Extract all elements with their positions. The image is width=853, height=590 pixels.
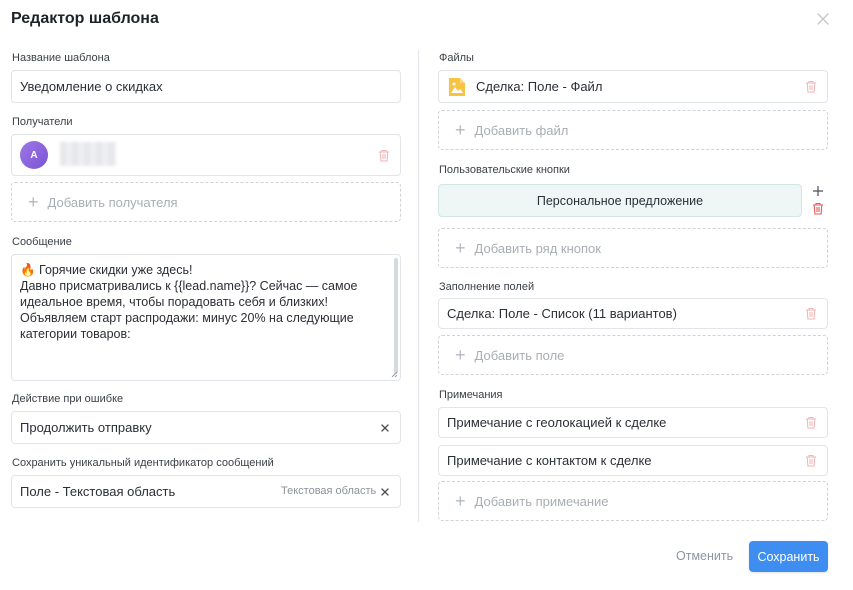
message-line: категории товаров: (20, 327, 131, 341)
save-button[interactable]: Сохранить (749, 541, 828, 572)
message-line: 🔥 Горячие скидки уже здесь! (20, 263, 193, 277)
fields-fill-label: Заполнение полей (439, 281, 535, 293)
note-name: Примечание с контактом к сделке (447, 453, 652, 468)
plus-icon: + (455, 491, 466, 511)
plus-icon: + (455, 345, 466, 365)
add-button-row-label: Добавить ряд кнопок (474, 240, 601, 256)
remove-note-trash-icon[interactable] (805, 416, 817, 429)
message-scrollbar[interactable] (394, 258, 398, 374)
file-name: Сделка: Поле - Файл (476, 79, 603, 94)
close-icon[interactable] (815, 11, 831, 27)
image-file-icon (449, 78, 465, 96)
message-line: Объявляем старт распродажи: минус 20% на… (20, 311, 354, 325)
save-id-type-hint: Текстовая область (281, 485, 377, 497)
clear-on-error-close-icon[interactable] (379, 422, 391, 434)
add-recipient-button[interactable]: + Добавить получателя (11, 182, 401, 222)
field-fill-row[interactable]: Сделка: Поле - Список (11 вариантов) (438, 298, 828, 329)
on-error-value: Продолжить отправку (20, 420, 152, 435)
add-note-button[interactable]: + Добавить примечание (438, 481, 828, 521)
recipient-name-redacted (60, 142, 116, 166)
plus-icon: + (455, 238, 466, 258)
recipients-label: Получатели (12, 116, 73, 128)
add-recipient-label: Добавить получателя (47, 194, 178, 210)
note-name: Примечание с геолокацией к сделке (447, 415, 667, 430)
template-name-value: Уведомление о скидках (20, 79, 163, 94)
remove-button-trash-icon[interactable] (812, 202, 824, 215)
template-name-input[interactable]: Уведомление о скидках (11, 70, 401, 103)
remove-note-trash-icon[interactable] (805, 454, 817, 467)
on-error-label: Действие при ошибке (12, 393, 124, 405)
add-note-label: Добавить примечание (474, 493, 609, 509)
custom-button-label: Персональное предложение (536, 193, 704, 208)
cancel-button[interactable]: Отменить (676, 549, 733, 563)
save-id-label: Сохранить уникальный идентификатор сообщ… (12, 457, 274, 469)
files-label: Файлы (439, 52, 474, 64)
file-row[interactable]: Сделка: Поле - Файл (438, 70, 828, 103)
avatar: А (20, 141, 48, 169)
message-label: Сообщение (12, 236, 72, 248)
resize-grip-icon[interactable] (390, 370, 398, 378)
add-file-label: Добавить файл (474, 122, 569, 138)
note-row[interactable]: Примечание с геолокацией к сделке (438, 407, 828, 438)
message-textarea[interactable]: 🔥 Горячие скидки уже здесь! Давно присма… (11, 254, 401, 381)
add-button-row-button[interactable]: + Добавить ряд кнопок (438, 228, 828, 268)
notes-label: Примечания (439, 389, 503, 401)
custom-buttons-label: Пользовательские кнопки (439, 164, 570, 176)
note-row[interactable]: Примечание с контактом к сделке (438, 445, 828, 476)
add-file-button[interactable]: + Добавить файл (438, 110, 828, 150)
column-divider (418, 50, 419, 522)
add-button-plus-icon[interactable] (812, 185, 824, 197)
add-field-button[interactable]: + Добавить поле (438, 335, 828, 375)
field-fill-name: Сделка: Поле - Список (11 вариантов) (447, 306, 677, 321)
remove-field-trash-icon[interactable] (805, 307, 817, 320)
message-line: Давно присматривались к {{lead.name}}? С… (20, 279, 358, 293)
add-field-label: Добавить поле (474, 347, 565, 363)
plus-icon: + (455, 120, 466, 140)
template-name-label: Название шаблона (12, 52, 110, 64)
remove-file-trash-icon[interactable] (805, 80, 817, 93)
on-error-select[interactable]: Продолжить отправку (11, 411, 401, 444)
dialog-title: Редактор шаблона (11, 10, 159, 27)
remove-recipient-trash-icon[interactable] (378, 149, 390, 162)
save-id-value: Поле - Текстовая область (20, 484, 176, 499)
plus-icon: + (28, 192, 39, 212)
clear-save-id-close-icon[interactable] (379, 486, 391, 498)
custom-button-item[interactable]: Персональное предложение (438, 184, 802, 217)
message-line: идеальное время, чтобы порадовать себя и… (20, 295, 328, 309)
